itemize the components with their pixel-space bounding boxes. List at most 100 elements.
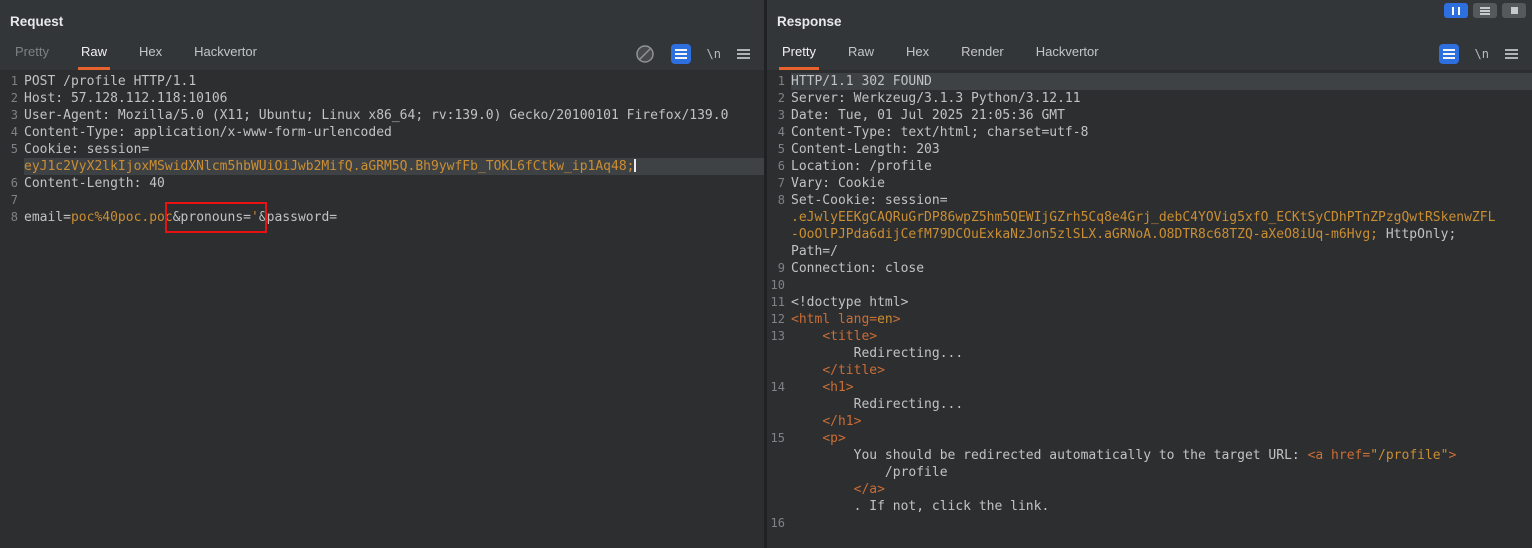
- editor-menu-icon[interactable]: [1505, 53, 1518, 55]
- request-toolbar: \n: [635, 38, 764, 70]
- code-segment: Server: Werkzeug/3.1.3 Python/3.12.11: [791, 91, 1081, 106]
- maximize-button[interactable]: [1502, 3, 1526, 18]
- code-line: 5 Cookie: session=: [0, 141, 764, 158]
- code-text: <title>: [791, 328, 1532, 345]
- code-segment: <html: [791, 312, 831, 327]
- code-segment: <title>: [822, 329, 878, 344]
- line-number: 6: [10, 176, 18, 190]
- tab-response-pretty[interactable]: Pretty: [779, 38, 819, 70]
- newline-toggle-icon[interactable]: \n: [707, 47, 721, 61]
- tab-response-hex[interactable]: Hex: [903, 38, 932, 70]
- code-line: 3 User-Agent: Mozilla/5.0 (X11; Ubuntu; L…: [0, 107, 764, 124]
- code-text: Redirecting...: [791, 345, 1532, 362]
- code-text: Path=/: [791, 243, 1532, 260]
- tab-request-hex[interactable]: Hex: [136, 38, 165, 70]
- tab-response-raw[interactable]: Raw: [845, 38, 877, 70]
- code-segment: email=: [24, 210, 71, 225]
- code-text: email=poc%40poc.poc&pronouns='&password=: [24, 202, 764, 233]
- code-text: POST /profile HTTP/1.1: [24, 73, 764, 90]
- code-line: 1 HTTP/1.1 302 FOUND: [767, 73, 1532, 90]
- code-line: Redirecting...: [767, 345, 1532, 362]
- code-text: Content-Type: text/html; charset=utf-8: [791, 124, 1532, 141]
- code-line: 13 <title>: [767, 328, 1532, 345]
- line-number: 5: [10, 142, 18, 156]
- line-number: 13: [770, 329, 785, 343]
- menu-button[interactable]: [1473, 3, 1497, 18]
- line-number: [767, 396, 791, 413]
- request-panel-title: Request: [10, 14, 64, 29]
- code-text: Connection: close: [791, 260, 1532, 277]
- code-text: .eJwlyEEKgCAQRuGrDP86wpZ5hm5QEWIjGZrh5Cq…: [791, 209, 1532, 226]
- line-number: 7: [777, 176, 785, 190]
- pretty-print-icon[interactable]: [670, 44, 691, 64]
- code-text: Location: /profile: [791, 158, 1532, 175]
- code-segment: </h1>: [822, 414, 862, 429]
- code-text: Content-Length: 203: [791, 141, 1532, 158]
- request-editor[interactable]: 1 POST /profile HTTP/1.1 2 Host: 57.128.112…: [0, 70, 764, 548]
- line-number: 2: [10, 91, 18, 105]
- code-line: 7: [0, 192, 764, 209]
- line-number: [767, 464, 791, 481]
- pause-button[interactable]: [1444, 3, 1468, 18]
- code-text: </a>: [791, 481, 1532, 498]
- response-editor[interactable]: 1 HTTP/1.1 302 FOUND 2 Server: Werkzeug/3.1…: [767, 70, 1532, 548]
- pretty-print-icon[interactable]: [1438, 44, 1459, 64]
- line-number: 16: [770, 516, 785, 530]
- code-line: -OoOlPJPda6dijCefM79DCOuExkaNzJon5zlSLX.…: [767, 226, 1532, 243]
- code-line: 16: [767, 515, 1532, 532]
- code-line: 9 Connection: close: [767, 260, 1532, 277]
- no-highlight-icon[interactable]: [635, 44, 655, 64]
- editor-menu-icon[interactable]: [737, 53, 750, 55]
- code-line: You should be redirected automatically t…: [767, 447, 1532, 464]
- line-number: [767, 226, 791, 243]
- code-segment: ': [251, 210, 259, 225]
- line-number: 4: [777, 125, 785, 139]
- pause-icon: [1452, 6, 1454, 15]
- line-number: [767, 345, 791, 362]
- tab-request-hackvertor[interactable]: Hackvertor: [191, 38, 260, 70]
- line-number: 15: [770, 431, 785, 445]
- tab-response-render[interactable]: Render: [958, 38, 1007, 70]
- request-panel-header: Request Pretty Raw Hex Hackvertor \n: [0, 0, 764, 70]
- code-text: . If not, click the link.: [791, 498, 1532, 515]
- line-number: [767, 413, 791, 430]
- tab-request-raw[interactable]: Raw: [77, 38, 110, 70]
- line-number: 5: [777, 142, 785, 156]
- code-line: 7 Vary: Cookie: [767, 175, 1532, 192]
- code-line: 4 Content-Type: text/html; charset=utf-8: [767, 124, 1532, 141]
- code-segment: HttpOnly;: [1378, 227, 1457, 242]
- code-line: 15 <p>: [767, 430, 1532, 447]
- code-segment: Redirecting...: [791, 397, 964, 412]
- window-controls: [1444, 3, 1526, 18]
- code-segment: >: [1448, 448, 1457, 463]
- code-text: Set-Cookie: session=: [791, 192, 1532, 209]
- code-text: Redirecting...: [791, 396, 1532, 413]
- code-line: eyJ1c2VyX2lkIjoxMSwidXNlcm5hbWUiOiJwb2Mi…: [0, 158, 764, 175]
- code-segment: Connection: close: [791, 261, 925, 276]
- tab-response-hackvertor[interactable]: Hackvertor: [1033, 38, 1102, 70]
- code-text: Content-Type: application/x-www-form-url…: [24, 124, 764, 141]
- code-text: <h1>: [791, 379, 1532, 396]
- code-text: Server: Werkzeug/3.1.3 Python/3.12.11: [791, 90, 1532, 107]
- newline-toggle-icon[interactable]: \n: [1475, 47, 1489, 61]
- code-segment: </title>: [822, 363, 885, 378]
- code-text: User-Agent: Mozilla/5.0 (X11; Ubuntu; Li…: [24, 107, 764, 124]
- code-segment: <p>: [822, 431, 846, 446]
- code-segment: Set-Cookie: session=: [791, 193, 948, 208]
- code-line: 1 POST /profile HTTP/1.1: [0, 73, 764, 90]
- code-text: Content-Length: 40: [24, 175, 764, 192]
- code-text: /profile: [791, 464, 1532, 481]
- code-segment: Cookie: session=: [24, 142, 150, 157]
- code-line: 2 Server: Werkzeug/3.1.3 Python/3.12.11: [767, 90, 1532, 107]
- line-number: 3: [777, 108, 785, 122]
- code-line: </h1>: [767, 413, 1532, 430]
- line-number: 3: [10, 108, 18, 122]
- text-cursor: [634, 159, 637, 172]
- code-segment: en: [877, 312, 893, 327]
- code-text: <!doctype html>: [791, 294, 1532, 311]
- tab-request-pretty[interactable]: Pretty: [12, 38, 52, 70]
- code-line: 4 Content-Type: application/x-www-form-ur…: [0, 124, 764, 141]
- code-line: /profile: [767, 464, 1532, 481]
